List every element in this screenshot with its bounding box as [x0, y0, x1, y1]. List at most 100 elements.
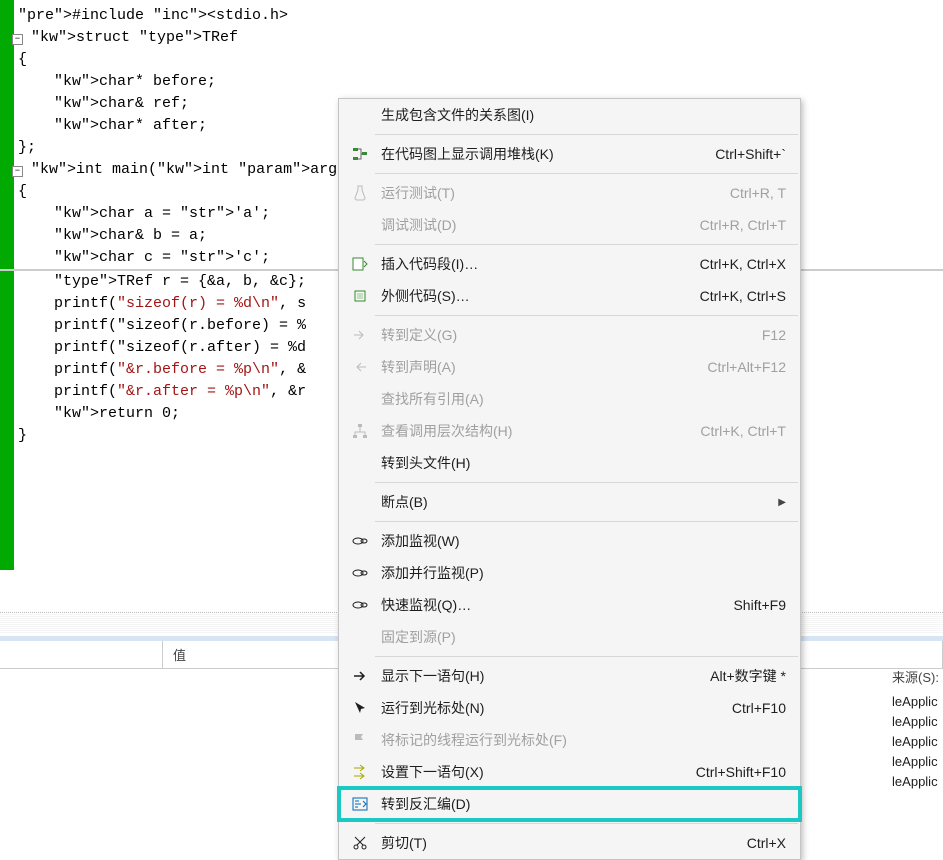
bottom-right-pane: 来源(S): leApplicleApplicleApplicleApplicl…	[892, 667, 939, 792]
flag-icon	[347, 730, 373, 750]
menu-item-shortcut: Ctrl+Alt+F12	[707, 359, 786, 375]
godef-icon	[347, 325, 373, 345]
menu-item-label: 剪切(T)	[381, 833, 727, 853]
menu-separator	[375, 134, 798, 135]
snippet-icon	[347, 254, 373, 274]
menu-item-shortcut: Ctrl+X	[747, 835, 786, 851]
menu-item-label: 外侧代码(S)…	[381, 286, 680, 306]
menu-item: 将标记的线程运行到光标处(F)	[339, 724, 800, 756]
menu-item-shortcut: Alt+数字键 *	[710, 666, 786, 686]
menu-separator	[375, 244, 798, 245]
submenu-arrow-icon: ▶	[778, 497, 786, 508]
menu-separator	[375, 656, 798, 657]
menu-item: 固定到源(P)	[339, 621, 800, 653]
godecl-icon	[347, 357, 373, 377]
menu-item: 调试测试(D) Ctrl+R, Ctrl+T	[339, 209, 800, 241]
menu-item-shortcut: Ctrl+Shift+`	[715, 146, 786, 162]
menu-item: 查找所有引用(A)	[339, 383, 800, 415]
menu-item-label: 转到反汇编(D)	[381, 794, 786, 814]
menu-item[interactable]: 添加并行监视(P)	[339, 557, 800, 589]
menu-item-label: 转到头文件(H)	[381, 453, 786, 473]
blank-icon	[347, 105, 373, 125]
menu-item-label: 添加并行监视(P)	[381, 563, 786, 583]
source-row: leApplic	[892, 712, 939, 732]
code-line[interactable]: "kw">char* before;	[0, 71, 943, 93]
menu-item[interactable]: 转到头文件(H)	[339, 447, 800, 479]
menu-item: 查看调用层次结构(H) Ctrl+K, Ctrl+T	[339, 415, 800, 447]
menu-item[interactable]: 剪切(T) Ctrl+X	[339, 827, 800, 859]
blank-icon	[347, 492, 373, 512]
menu-item: 转到声明(A) Ctrl+Alt+F12	[339, 351, 800, 383]
menu-item[interactable]: 添加监视(W)	[339, 525, 800, 557]
disasm-icon	[347, 794, 373, 814]
source-row: leApplic	[892, 692, 939, 712]
menu-item[interactable]: 设置下一语句(X) Ctrl+Shift+F10	[339, 756, 800, 788]
arrow-right-icon	[347, 666, 373, 686]
menu-item-label: 转到声明(A)	[381, 357, 687, 377]
menu-item-label: 运行测试(T)	[381, 183, 710, 203]
source-row: leApplic	[892, 752, 939, 772]
cursor-icon	[347, 698, 373, 718]
context-menu[interactable]: 生成包含文件的关系图(I) 在代码图上显示调用堆栈(K) Ctrl+Shift+` 运…	[338, 98, 801, 860]
menu-item[interactable]: 插入代码段(I)… Ctrl+K, Ctrl+X	[339, 248, 800, 280]
menu-item-shortcut: F12	[762, 327, 786, 343]
menu-item[interactable]: 外侧代码(S)… Ctrl+K, Ctrl+S	[339, 280, 800, 312]
blank-icon	[347, 389, 373, 409]
menu-item-label: 快速监视(Q)…	[381, 595, 713, 615]
source-label: 来源(S):	[892, 667, 939, 686]
menu-item-label: 运行到光标处(N)	[381, 698, 712, 718]
menu-separator	[375, 482, 798, 483]
fold-icon[interactable]: −	[12, 34, 23, 45]
menu-item: 运行测试(T) Ctrl+R, T	[339, 177, 800, 209]
menu-item: 转到定义(G)F12	[339, 319, 800, 351]
menu-separator	[375, 521, 798, 522]
code-line[interactable]: −"kw">struct "type">TRef	[0, 27, 943, 49]
locals-col-name[interactable]	[0, 641, 163, 668]
menu-separator	[375, 315, 798, 316]
menu-item-label: 显示下一语句(H)	[381, 666, 690, 686]
menu-item-label: 生成包含文件的关系图(I)	[381, 105, 786, 125]
menu-item-shortcut: Ctrl+F10	[732, 700, 786, 716]
callstack-icon	[347, 144, 373, 164]
source-row: leApplic	[892, 772, 939, 792]
menu-item-label: 固定到源(P)	[381, 627, 786, 647]
menu-item-label: 将标记的线程运行到光标处(F)	[381, 730, 786, 750]
menu-item[interactable]: 断点(B) ▶	[339, 486, 800, 518]
menu-item[interactable]: 快速监视(Q)… Shift+F9	[339, 589, 800, 621]
setnext-icon	[347, 762, 373, 782]
watch-icon	[347, 595, 373, 615]
menu-item[interactable]: 运行到光标处(N) Ctrl+F10	[339, 692, 800, 724]
blank-icon	[347, 215, 373, 235]
menu-item-label: 查看调用层次结构(H)	[381, 421, 680, 441]
menu-item-label: 调试测试(D)	[381, 215, 680, 235]
menu-item-shortcut: Ctrl+K, Ctrl+X	[700, 256, 786, 272]
menu-item-label: 添加监视(W)	[381, 531, 786, 551]
menu-item-shortcut: Ctrl+R, T	[730, 185, 786, 201]
menu-item-label: 断点(B)	[381, 492, 762, 512]
menu-item[interactable]: 生成包含文件的关系图(I)	[339, 99, 800, 131]
cut-icon	[347, 833, 373, 853]
code-line[interactable]: "pre">#include "inc"><stdio.h>	[0, 5, 943, 27]
hier-icon	[347, 421, 373, 441]
fold-icon[interactable]: −	[12, 166, 23, 177]
menu-item-shortcut: Ctrl+K, Ctrl+S	[700, 288, 786, 304]
source-row: leApplic	[892, 732, 939, 752]
menu-item[interactable]: 显示下一语句(H) Alt+数字键 *	[339, 660, 800, 692]
menu-item-shortcut: Ctrl+Shift+F10	[696, 764, 786, 780]
menu-item-label: 查找所有引用(A)	[381, 389, 786, 409]
flask-icon	[347, 183, 373, 203]
menu-item-label: 插入代码段(I)…	[381, 254, 680, 274]
menu-separator	[375, 173, 798, 174]
menu-item-shortcut: Ctrl+K, Ctrl+T	[700, 423, 786, 439]
code-line[interactable]: {	[0, 49, 943, 71]
menu-item-label: 在代码图上显示调用堆栈(K)	[381, 144, 695, 164]
menu-item-shortcut: Ctrl+R, Ctrl+T	[700, 217, 786, 233]
watch-icon	[347, 531, 373, 551]
blank-icon	[347, 627, 373, 647]
menu-item[interactable]: 转到反汇编(D)	[339, 788, 800, 820]
menu-item-shortcut: Shift+F9	[733, 597, 786, 613]
menu-item[interactable]: 在代码图上显示调用堆栈(K) Ctrl+Shift+`	[339, 138, 800, 170]
menu-separator	[375, 823, 798, 824]
surround-icon	[347, 286, 373, 306]
menu-item-label: 设置下一语句(X)	[381, 762, 676, 782]
